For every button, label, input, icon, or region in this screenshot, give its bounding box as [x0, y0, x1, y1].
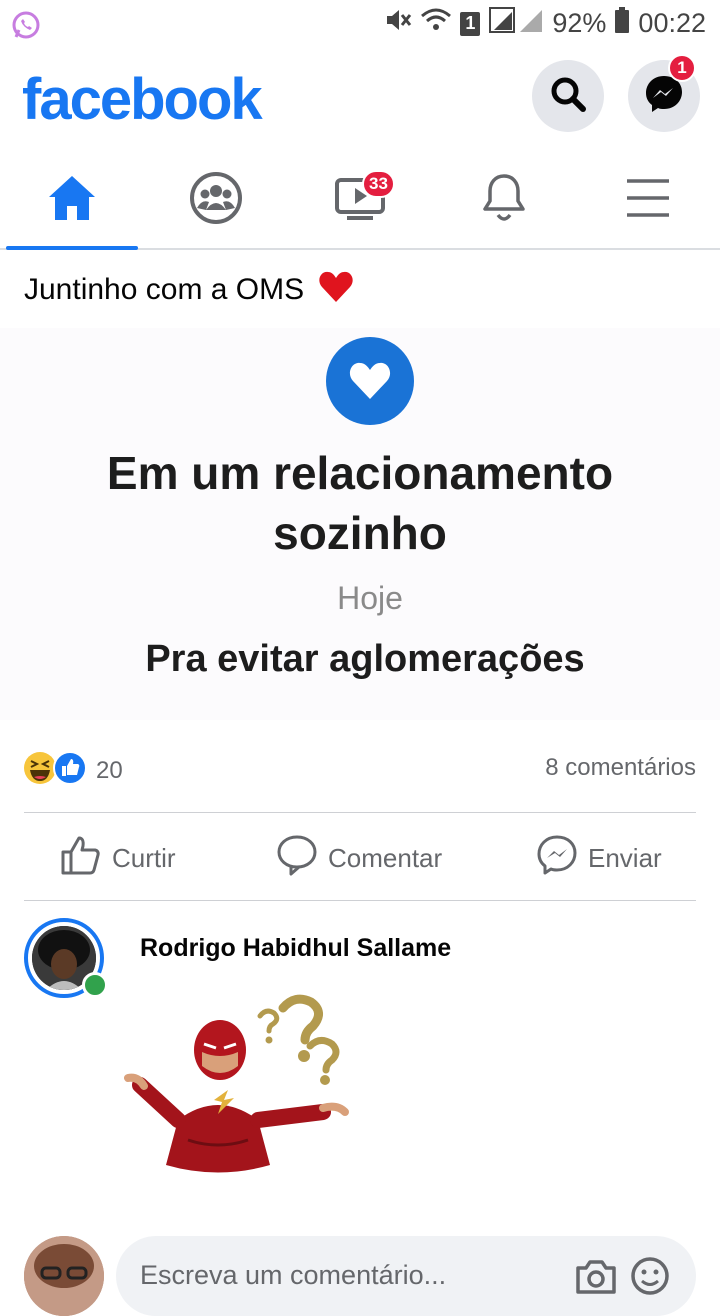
comments-count[interactable]: 8 comentários — [545, 754, 696, 782]
image-text-line4: Pra evitar aglomerações — [145, 638, 585, 680]
whatsapp-icon — [10, 9, 42, 46]
image-text-line2: sozinho — [273, 507, 447, 559]
thumbs-up-icon — [60, 834, 102, 883]
comment-icon — [276, 834, 318, 883]
send-label: Enviar — [588, 843, 662, 873]
post-text: Juntinho com a OMS — [24, 270, 354, 312]
commenter-name[interactable]: Rodrigo Habidhul Sallame — [140, 934, 451, 963]
red-heart-icon — [318, 270, 354, 312]
signal-icon — [488, 6, 544, 41]
reaction-count: 20 — [96, 756, 123, 784]
bell-icon — [481, 172, 527, 229]
groups-icon — [188, 170, 244, 231]
like-button[interactable]: Curtir — [60, 834, 176, 883]
wifi-icon — [420, 6, 452, 41]
emoji-icon[interactable] — [630, 1256, 670, 1301]
send-button[interactable]: Enviar — [536, 834, 662, 883]
watch-badge: 33 — [362, 170, 395, 198]
tab-menu[interactable] — [576, 152, 720, 248]
relationship-heart-icon — [326, 337, 414, 425]
divider — [24, 812, 696, 813]
mute-icon — [384, 6, 412, 41]
nav-tabs: 33 — [0, 152, 720, 250]
tab-watch[interactable]: 33 — [288, 152, 432, 248]
sim-badge: 1 — [460, 11, 481, 36]
comment-input[interactable] — [140, 1260, 540, 1291]
messenger-button[interactable]: 1 — [628, 54, 700, 132]
divider — [24, 900, 696, 901]
tab-notifications[interactable] — [432, 152, 576, 248]
home-icon — [46, 173, 98, 228]
status-bar: 1 92% 00:22 — [0, 0, 720, 48]
online-indicator — [82, 972, 108, 998]
search-button[interactable] — [532, 60, 604, 132]
tab-groups[interactable] — [144, 152, 288, 248]
comment-label: Comentar — [328, 843, 443, 873]
battery-icon — [614, 6, 630, 41]
facebook-logo[interactable]: facebook — [22, 66, 263, 133]
like-reaction-icon — [52, 750, 88, 791]
user-avatar[interactable] — [24, 1236, 104, 1316]
comment-composer[interactable] — [116, 1236, 696, 1316]
clock-text: 00:22 — [638, 8, 706, 38]
messenger-outline-icon — [536, 834, 578, 883]
image-text-line1: Em um relacionamento — [106, 447, 614, 499]
flash-sticker[interactable] — [118, 990, 358, 1190]
post-caption: Juntinho com a OMS — [24, 272, 305, 306]
camera-icon[interactable] — [574, 1256, 618, 1301]
messenger-badge: 1 — [668, 54, 696, 82]
reactions-summary[interactable]: 20 — [22, 750, 123, 791]
menu-icon — [625, 178, 671, 223]
search-icon — [548, 74, 588, 119]
app-header: facebook 1 — [0, 52, 720, 152]
tab-home[interactable] — [0, 152, 144, 250]
comment-button[interactable]: Comentar — [276, 834, 442, 883]
like-label: Curtir — [112, 843, 176, 873]
image-text-line3: Hoje — [337, 580, 403, 616]
battery-text: 92% — [552, 8, 607, 38]
